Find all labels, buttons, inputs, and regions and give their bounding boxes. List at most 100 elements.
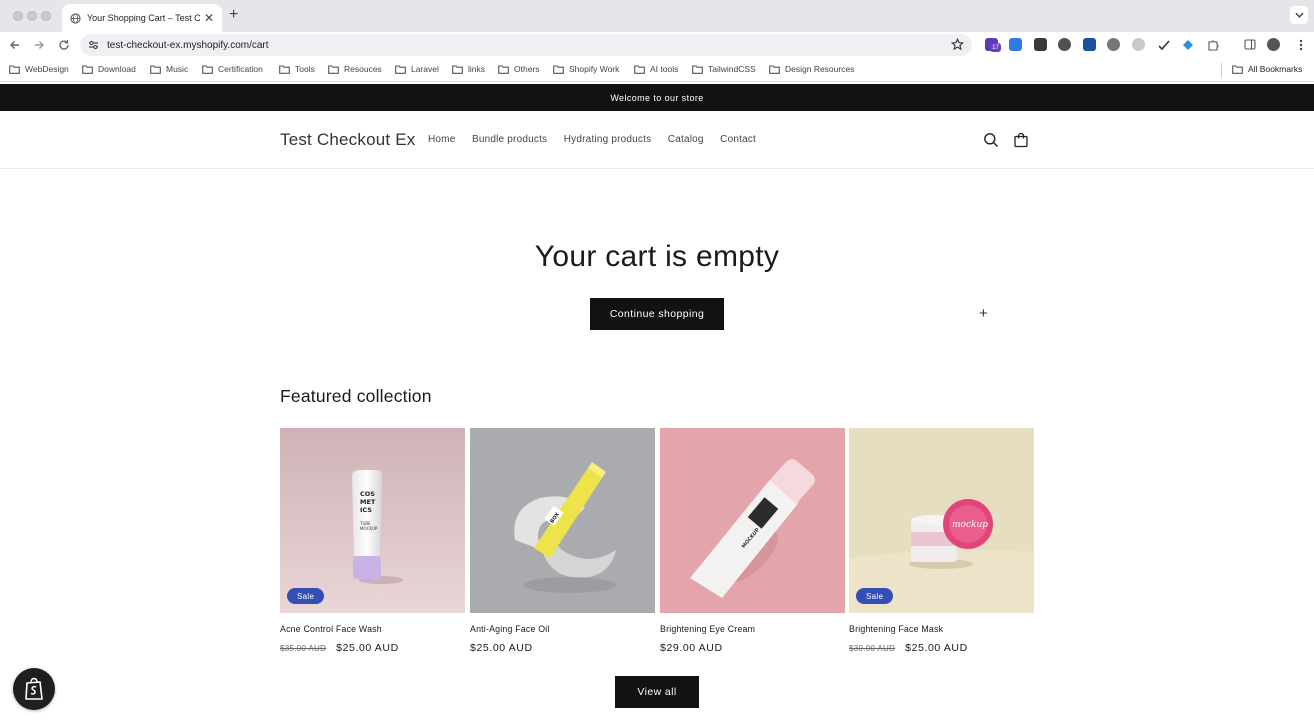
image-text-wash-line-3: ICS <box>360 506 372 514</box>
store-header: Test Checkout Ex Home Bundle products Hy… <box>0 111 1314 169</box>
menu-item-home[interactable]: Home <box>428 134 455 145</box>
plus-icon: + <box>979 305 988 322</box>
bookmark-label: Download <box>98 64 136 74</box>
extensions-puzzle-icon[interactable] <box>1206 38 1219 51</box>
folder-icon <box>150 64 161 74</box>
product-title[interactable]: Brightening Face Mask <box>849 624 1034 634</box>
bookmark-label: AI tools <box>650 64 679 74</box>
back-button[interactable] <box>7 37 23 53</box>
site-info-icon[interactable] <box>88 40 99 50</box>
store-logo[interactable]: Test Checkout Ex <box>280 130 415 150</box>
product-title[interactable]: Acne Control Face Wash <box>280 624 465 634</box>
arrow-right-icon <box>35 41 44 49</box>
product-title[interactable]: Anti-Aging Face Oil <box>470 624 655 634</box>
extension-check-icon[interactable] <box>1157 38 1170 51</box>
bookmark-folder[interactable]: Resouces <box>328 64 382 74</box>
folder-icon <box>1232 64 1243 74</box>
address-bar[interactable]: test-checkout-ex.myshopify.com/cart <box>80 34 972 56</box>
continue-shopping-button[interactable]: Continue shopping <box>590 298 724 330</box>
extension-shield-icon[interactable] <box>1009 38 1022 51</box>
folder-icon <box>395 64 406 74</box>
search-icon[interactable] <box>981 130 1001 150</box>
browser-tab-bar: Your Shopping Cart – Test Ch ✕ + <box>0 0 1314 32</box>
menu-item-hydrating-products[interactable]: Hydrating products <box>564 134 652 145</box>
product-image-face-mask[interactable]: mockup Sale <box>849 428 1034 613</box>
sale-price: $25.00 AUD <box>336 642 399 654</box>
cart-empty-title: Your cart is empty <box>534 240 780 273</box>
bookmark-folder[interactable]: Download <box>82 64 136 74</box>
bookmark-folder[interactable]: Laravel <box>395 64 439 74</box>
bookmark-folder[interactable]: AI tools <box>634 64 678 74</box>
bookmark-folder[interactable]: Certification <box>202 64 263 74</box>
view-all-button[interactable]: View all <box>615 676 699 708</box>
extension-badge: 17 <box>990 43 1001 52</box>
bookmark-folder[interactable]: TailwindCSS <box>692 64 756 74</box>
menu-item-catalog[interactable]: Catalog <box>668 134 704 145</box>
folder-icon <box>692 64 703 74</box>
image-text-wash-line-5: MOCKUP <box>360 526 378 531</box>
regular-price: $29.00 AUD <box>660 642 723 654</box>
menu-item-bundle-products[interactable]: Bundle products <box>472 134 547 145</box>
bookmark-folder[interactable]: Tools <box>279 64 315 74</box>
bookmark-folder[interactable]: Shopify Work <box>553 64 619 74</box>
bookmark-folder[interactable]: links <box>452 64 485 74</box>
extension-grid-icon[interactable] <box>1034 38 1047 51</box>
bookmark-folder[interactable]: WebDesign <box>9 64 69 74</box>
bookmark-label: Music <box>166 64 189 74</box>
forward-button[interactable] <box>31 37 47 53</box>
price-row: $35.00 AUD $25.00 AUD <box>280 642 465 654</box>
bookmark-label: Certification <box>218 64 263 74</box>
product-card[interactable]: COS MET ICS TUBE MOCKUP Sale Acne Contro… <box>280 428 465 654</box>
shopify-bag-icon[interactable] <box>13 668 55 710</box>
announcement-text: Welcome to our store <box>610 92 704 103</box>
all-bookmarks-button[interactable]: All Bookmarks <box>1232 64 1302 74</box>
folder-icon <box>498 64 509 74</box>
bookmark-label: Laravel <box>411 64 439 74</box>
extension-globe-icon[interactable] <box>1107 38 1120 51</box>
bookmark-label: Resouces <box>344 64 382 74</box>
extension-circle-icon[interactable] <box>1132 38 1145 51</box>
sale-badge: Sale <box>856 588 894 604</box>
menu-item-contact[interactable]: Contact <box>720 134 756 145</box>
cart-icon[interactable] <box>1011 130 1031 150</box>
bookmark-star-icon[interactable] <box>951 38 964 51</box>
featured-collection-title: Featured collection <box>280 386 432 406</box>
bookmark-folder[interactable]: Design Resources <box>769 64 854 74</box>
bookmark-folder[interactable]: Music <box>150 64 188 74</box>
new-tab-button[interactable]: + <box>229 7 238 23</box>
tab-search-button[interactable] <box>1290 6 1308 24</box>
product-title[interactable]: Brightening Eye Cream <box>660 624 845 634</box>
product-image-face-oil[interactable]: BOX <box>470 428 655 613</box>
window-minimize-button[interactable] <box>27 11 37 21</box>
extension-s-icon[interactable] <box>1083 38 1096 51</box>
extension-diamond-icon[interactable] <box>1181 38 1194 51</box>
regular-price: $25.00 AUD <box>470 642 533 654</box>
product-card[interactable]: BOX Anti-Aging Face Oil $25.00 AUD <box>470 428 655 654</box>
profile-avatar-icon[interactable] <box>1267 38 1280 51</box>
extension-wordpress-icon[interactable] <box>1058 38 1071 51</box>
tab-close-icon[interactable]: ✕ <box>204 12 214 24</box>
product-image-eye-cream[interactable]: MOCKUP <box>660 428 845 613</box>
window-close-button[interactable] <box>13 11 23 21</box>
announcement-bar: Welcome to our store <box>0 84 1314 111</box>
product-card[interactable]: MOCKUP Brightening Eye Cream $29.00 AUD <box>660 428 845 654</box>
browser-toolbar: test-checkout-ex.myshopify.com/cart 17 <box>0 32 1314 58</box>
product-card[interactable]: mockup Sale Brightening Face Mask $30.00… <box>849 428 1034 654</box>
reload-button[interactable] <box>56 37 72 53</box>
product-image-face-wash[interactable]: COS MET ICS TUBE MOCKUP Sale <box>280 428 465 613</box>
chevron-down-icon <box>1294 12 1304 18</box>
compare-at-price: $30.00 AUD <box>849 644 896 653</box>
url-text: test-checkout-ex.myshopify.com/cart <box>107 39 269 51</box>
browser-tab-active[interactable]: Your Shopping Cart – Test Ch ✕ <box>62 4 222 32</box>
arrow-left-icon <box>10 41 19 49</box>
bookmark-label: WebDesign <box>25 64 69 74</box>
tab-title: Your Shopping Cart – Test Ch <box>87 13 200 23</box>
folder-icon <box>9 64 20 74</box>
sale-badge: Sale <box>287 588 325 604</box>
bookmark-folder[interactable]: Others <box>498 64 540 74</box>
folder-icon <box>328 64 339 74</box>
compare-at-price: $35.00 AUD <box>280 644 327 653</box>
browser-menu-icon[interactable] <box>1294 38 1307 51</box>
side-panel-icon[interactable] <box>1243 38 1256 51</box>
window-zoom-button[interactable] <box>41 11 51 21</box>
